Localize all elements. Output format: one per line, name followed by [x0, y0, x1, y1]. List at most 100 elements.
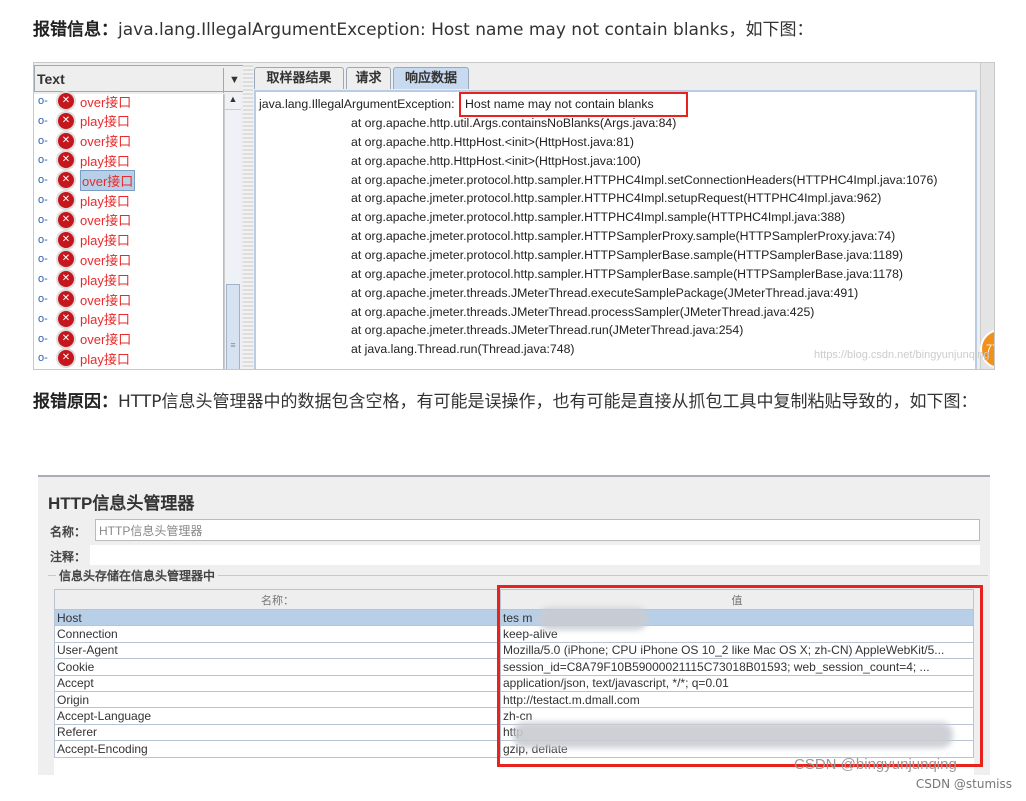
- header-name-cell[interactable]: Accept: [54, 674, 501, 692]
- error-shield-icon: ✕: [58, 251, 74, 268]
- header-name-cell[interactable]: User-Agent: [54, 641, 501, 660]
- name-label: 名称：: [50, 525, 87, 539]
- jmeter-results-screenshot: Text ▼ o- ✕ over接口 o- ✕ play接口 o- ✕ over接口 o- ✕ play…: [33, 62, 995, 370]
- tree-item[interactable]: o- ✕ over接口: [38, 169, 136, 191]
- tree-item-label: play接口: [80, 153, 130, 169]
- tree-handle-icon[interactable]: o-: [38, 95, 54, 107]
- chevron-down-icon[interactable]: ▼: [223, 68, 245, 93]
- tree-handle-icon[interactable]: o-: [38, 194, 54, 206]
- tree-item[interactable]: o- ✕ over接口: [38, 249, 131, 269]
- header-name-cell[interactable]: Accept-Encoding: [54, 740, 501, 758]
- stack-trace-line: at org.apache.http.HttpHost.<init>(HttpH…: [351, 134, 634, 149]
- tree-item[interactable]: o- ✕ play接口: [38, 269, 130, 289]
- empty-cell: [55, 757, 501, 775]
- tree-item[interactable]: o- ✕ play接口: [38, 190, 130, 210]
- tree-item-label: play接口: [80, 351, 130, 367]
- tree-handle-icon[interactable]: o-: [38, 135, 54, 147]
- header-name-cell[interactable]: Origin: [54, 690, 501, 709]
- tree-item[interactable]: o- ✕ over接口: [38, 289, 131, 309]
- scroll-up-icon[interactable]: ▲: [225, 94, 241, 110]
- stack-trace-line: at org.apache.jmeter.protocol.http.sampl…: [351, 172, 938, 187]
- highlight-box: [459, 92, 688, 117]
- tab-request[interactable]: 请求: [346, 67, 391, 89]
- scroll-thumb[interactable]: ≡: [226, 284, 240, 369]
- tree-handle-icon[interactable]: o-: [38, 293, 54, 305]
- error-shield-icon: ✕: [58, 172, 74, 189]
- error-shield-icon: ✕: [58, 231, 74, 248]
- error-cause-label: 报错原因：: [33, 392, 118, 412]
- stack-trace-line: at org.apache.jmeter.protocol.http.sampl…: [351, 229, 896, 244]
- error-shield-icon: ✕: [58, 350, 74, 367]
- comment-label: 注释：: [50, 550, 87, 564]
- stack-trace-line: at org.apache.http.HttpHost.<init>(HttpH…: [351, 153, 641, 168]
- stack-trace-line: at org.apache.http.util.Args.containsNoB…: [351, 116, 677, 130]
- column-header-name[interactable]: 名称：: [54, 589, 501, 610]
- error-cause-text: HTTP信息头管理器中的数据包含空格，有可能是误操作，也有可能是直接从抓包工具中…: [118, 392, 978, 412]
- header-manager-screenshot: HTTP信息头管理器 名称： HTTP信息头管理器 注释： 信息头存储在信息头管…: [38, 475, 990, 776]
- tree-item-label: play接口: [80, 272, 130, 288]
- tree-item-label: play接口: [80, 312, 130, 328]
- tree-handle-icon[interactable]: o-: [38, 234, 54, 246]
- comment-field[interactable]: [90, 545, 980, 565]
- tree-item[interactable]: o- ✕ play接口: [38, 348, 130, 368]
- stack-trace-line: at org.apache.jmeter.protocol.http.sampl…: [351, 247, 904, 262]
- error-info-paragraph: 报错信息：java.lang.IllegalArgumentException:…: [33, 11, 993, 49]
- tree-handle-icon[interactable]: o-: [38, 154, 54, 166]
- combo-value: Text: [37, 71, 65, 87]
- header-name-cell[interactable]: Host: [54, 608, 501, 627]
- fieldset-label: 信息头存储在信息头管理器中: [56, 567, 219, 584]
- tree-handle-icon[interactable]: o-: [38, 174, 54, 186]
- error-info-label: 报错信息：: [33, 20, 118, 40]
- exception-line: java.lang.IllegalArgumentException:: [259, 97, 455, 111]
- highlight-box: [497, 585, 983, 767]
- error-shield-icon: ✕: [58, 112, 74, 129]
- tree-item[interactable]: o- ✕ play接口: [38, 111, 130, 131]
- tree-item-label: over接口: [80, 213, 132, 229]
- tree-item[interactable]: o- ✕ over接口: [38, 210, 131, 230]
- header-name-cell[interactable]: Cookie: [54, 658, 501, 676]
- stack-trace-line: at org.apache.jmeter.protocol.http.sampl…: [351, 266, 904, 281]
- tree-item-label: over接口: [80, 134, 132, 150]
- error-shield-icon: ✕: [58, 93, 74, 109]
- tab-response-data[interactable]: 响应数据: [393, 67, 469, 89]
- tree-item-label: play接口: [80, 193, 130, 209]
- tree-handle-icon[interactable]: o-: [38, 273, 54, 285]
- panel-title: HTTP信息头管理器: [48, 494, 195, 513]
- right-scrollbar[interactable]: [980, 63, 994, 369]
- header-name-cell[interactable]: Accept-Language: [54, 707, 501, 725]
- watermark: https://blog.csdn.net/bingyunjunqing: [814, 349, 990, 361]
- name-field[interactable]: HTTP信息头管理器: [95, 519, 980, 541]
- tree-item[interactable]: o- ✕ play接口: [38, 309, 130, 329]
- error-shield-icon: ✕: [58, 192, 74, 208]
- stack-trace-line: at org.apache.jmeter.protocol.http.sampl…: [351, 210, 846, 225]
- stack-trace-line: at org.apache.jmeter.threads.JMeterThrea…: [351, 304, 815, 319]
- error-shield-icon: ✕: [58, 132, 74, 149]
- tree-scrollbar[interactable]: ▲ ≡: [224, 94, 241, 369]
- header-name-cell[interactable]: Connection: [54, 625, 501, 643]
- tree-item[interactable]: o- ✕ play接口: [38, 230, 130, 250]
- tree-handle-icon[interactable]: o-: [38, 313, 54, 325]
- tree-handle-icon[interactable]: o-: [38, 253, 54, 265]
- tree-item[interactable]: o- ✕ over接口: [38, 131, 131, 151]
- renderer-combo[interactable]: Text ▼: [34, 65, 245, 93]
- tab-sampler-result[interactable]: 取样器结果: [254, 67, 344, 89]
- stack-trace-line: at org.apache.jmeter.threads.JMeterThrea…: [351, 285, 859, 300]
- tree-handle-icon[interactable]: o-: [38, 352, 54, 364]
- tree-handle-icon[interactable]: o-: [38, 115, 54, 127]
- tree-item[interactable]: o- ✕ play接口: [38, 150, 130, 170]
- error-shield-icon: ✕: [58, 310, 74, 327]
- tree-item[interactable]: o- ✕ over接口: [38, 91, 131, 111]
- response-text-area[interactable]: java.lang.IllegalArgumentException: Host…: [254, 90, 977, 369]
- error-info-text: java.lang.IllegalArgumentException: Host…: [118, 20, 814, 40]
- footer-credit: CSDN @stumiss: [915, 777, 1012, 791]
- header-name-cell[interactable]: Referer: [54, 723, 501, 742]
- tree-item[interactable]: o- ✕ over接口: [38, 329, 131, 349]
- tree-item-label: over接口: [80, 292, 132, 308]
- stack-trace-line: at java.lang.Thread.run(Thread.java:748): [351, 342, 575, 357]
- stack-trace-line: at org.apache.jmeter.threads.JMeterThrea…: [351, 323, 744, 338]
- tree-handle-icon[interactable]: o-: [38, 333, 54, 345]
- tree-item-label: play接口: [80, 233, 130, 249]
- split-divider[interactable]: [243, 63, 253, 369]
- error-shield-icon: ✕: [58, 271, 74, 288]
- tree-handle-icon[interactable]: o-: [38, 214, 54, 226]
